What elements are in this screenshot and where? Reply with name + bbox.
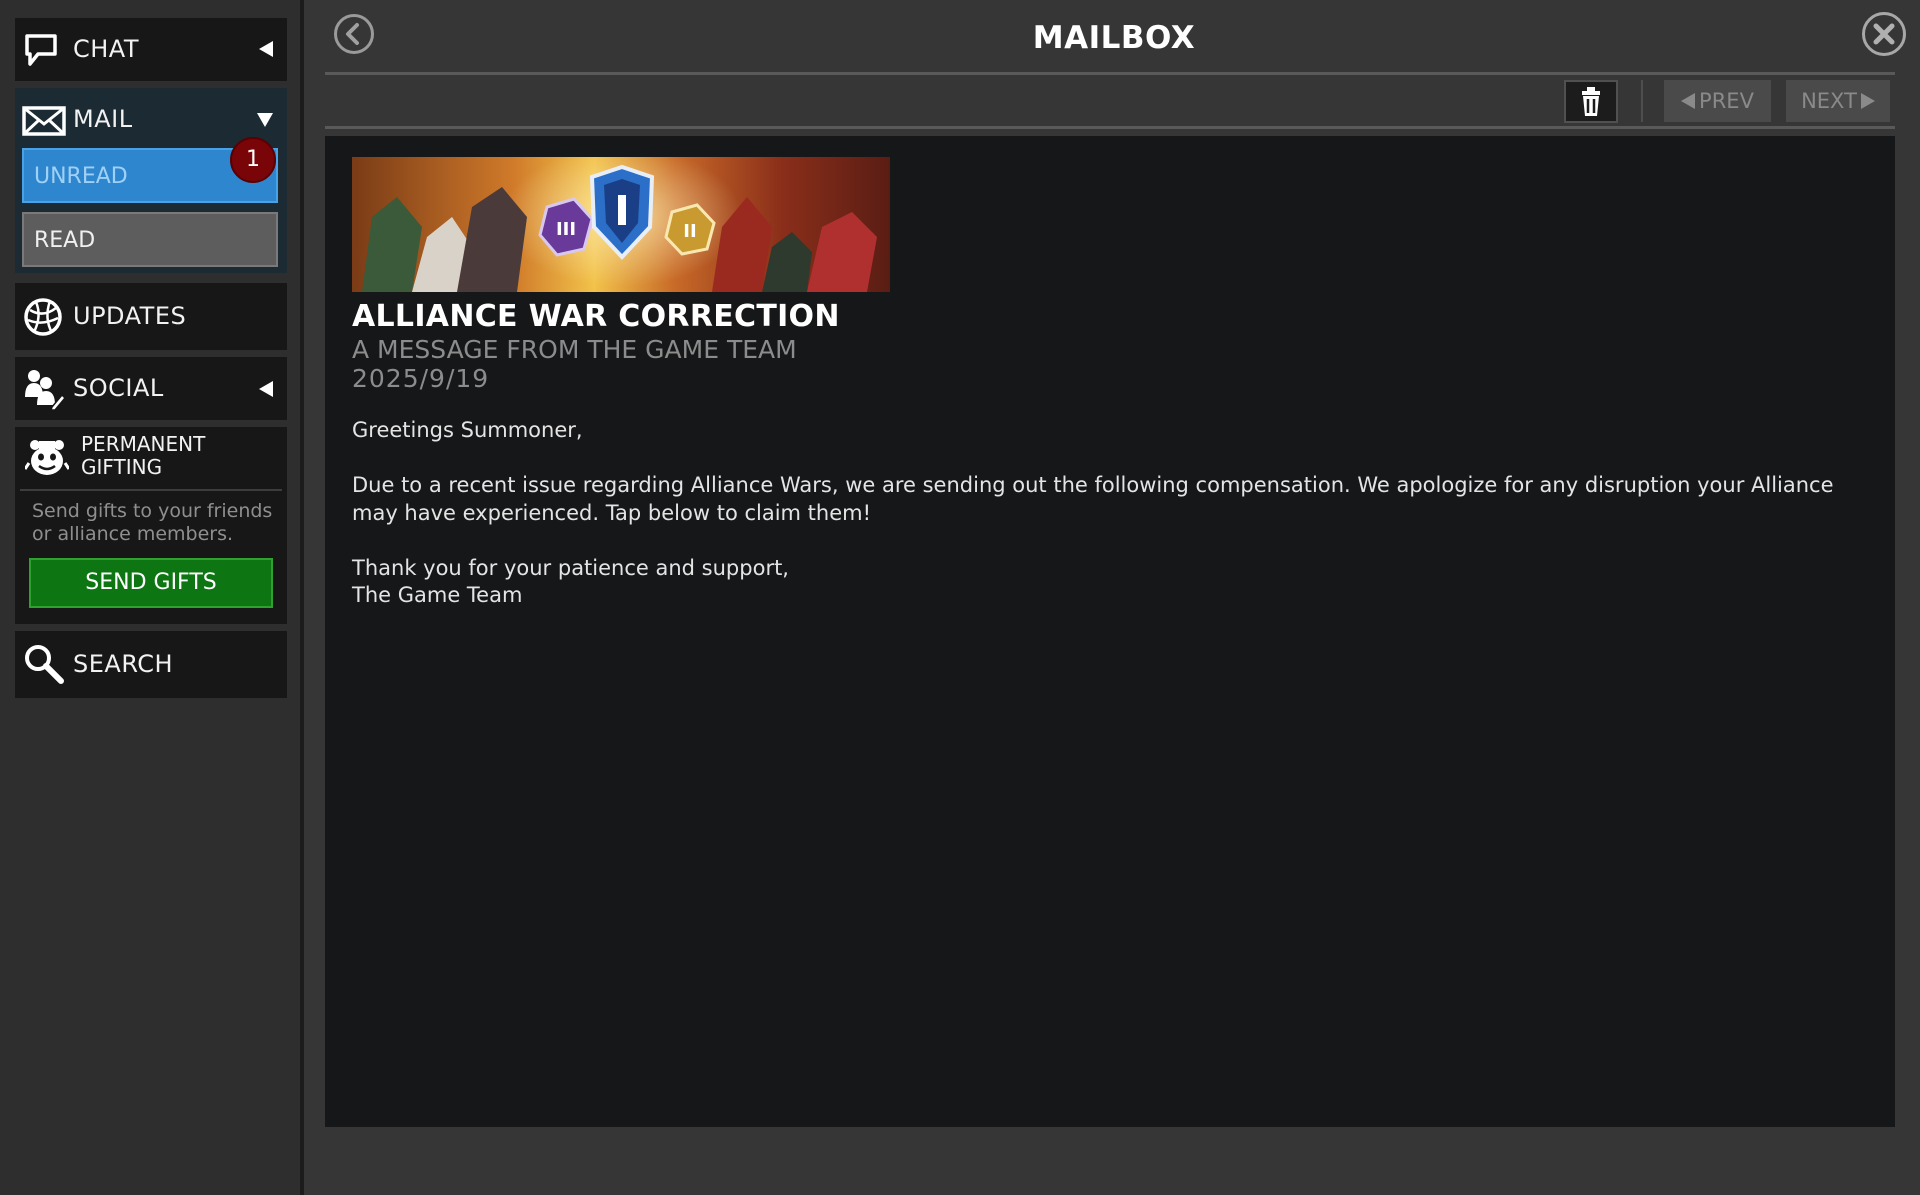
mail-filter-read-label: READ — [34, 228, 96, 253]
message-title: ALLIANCE WAR CORRECTION — [352, 299, 840, 334]
search-icon — [22, 642, 64, 684]
message-greeting: Greetings Summoner, — [352, 418, 583, 442]
gift-mascot-icon — [23, 435, 71, 479]
message-banner-image: III II — [352, 157, 890, 292]
message-date: 2025/9/19 — [352, 364, 490, 393]
sidebar: CHAT MAIL UNREAD READ 1 UPDATES SOCIAL P… — [0, 0, 304, 1195]
page-title: MAILBOX — [1032, 20, 1196, 56]
header: MAILBOX — [308, 0, 1920, 76]
message-signature: The Game Team — [352, 583, 523, 607]
prev-label: PREV — [1699, 89, 1754, 113]
message-paragraph: Due to a recent issue regarding Alliance… — [352, 473, 1834, 525]
triangle-left-icon — [1681, 93, 1696, 109]
sidebar-item-chat[interactable]: CHAT — [15, 18, 287, 81]
message-closing-line: Thank you for your patience and support, — [352, 556, 789, 580]
globe-icon — [22, 296, 62, 336]
next-label: NEXT — [1801, 89, 1857, 113]
message-panel: III II ALLIANCE WAR CORRECTION A MESSAGE… — [325, 136, 1895, 1127]
sidebar-item-search[interactable]: SEARCH — [15, 631, 287, 698]
divider — [325, 72, 1895, 75]
sidebar-item-updates[interactable]: UPDATES — [15, 283, 287, 350]
delete-button[interactable] — [1564, 80, 1618, 123]
sidebar-item-label: SEARCH — [73, 650, 174, 678]
sidebar-item-label: UPDATES — [73, 302, 187, 330]
next-button[interactable]: NEXT — [1786, 80, 1890, 122]
collapse-arrow-icon — [259, 41, 273, 57]
svg-text:III: III — [556, 219, 576, 240]
gifting-panel: PERMANENT GIFTING Send gifts to your fri… — [15, 427, 287, 624]
chat-bubble-icon — [22, 30, 62, 70]
gifting-title: PERMANENT GIFTING — [81, 432, 206, 479]
divider — [20, 489, 282, 491]
close-icon — [1873, 23, 1895, 45]
svg-text:II: II — [683, 221, 696, 242]
collapse-arrow-icon — [259, 381, 273, 397]
sidebar-item-social[interactable]: SOCIAL — [15, 357, 287, 420]
people-icon — [22, 367, 67, 411]
sidebar-item-label: SOCIAL — [73, 374, 164, 402]
mail-filter-unread-label: UNREAD — [34, 164, 128, 189]
divider — [325, 126, 1895, 129]
gifting-description: Send gifts to your friends or alliance m… — [32, 500, 273, 545]
message-subtitle: A MESSAGE FROM THE GAME TEAM — [352, 335, 797, 364]
envelope-icon — [22, 100, 66, 140]
prev-button[interactable]: PREV — [1664, 80, 1771, 122]
expand-arrow-icon — [257, 113, 273, 127]
sidebar-item-label: MAIL — [73, 105, 133, 133]
close-button[interactable] — [1862, 12, 1906, 56]
mail-filter-read[interactable]: READ — [22, 212, 278, 267]
send-gifts-button[interactable]: SEND GIFTS — [29, 558, 273, 608]
toolbar-separator — [1641, 80, 1643, 122]
triangle-right-icon — [1860, 93, 1875, 109]
unread-count-badge: 1 — [230, 137, 276, 183]
trash-icon — [1582, 87, 1600, 116]
sidebar-item-label: CHAT — [73, 35, 140, 63]
